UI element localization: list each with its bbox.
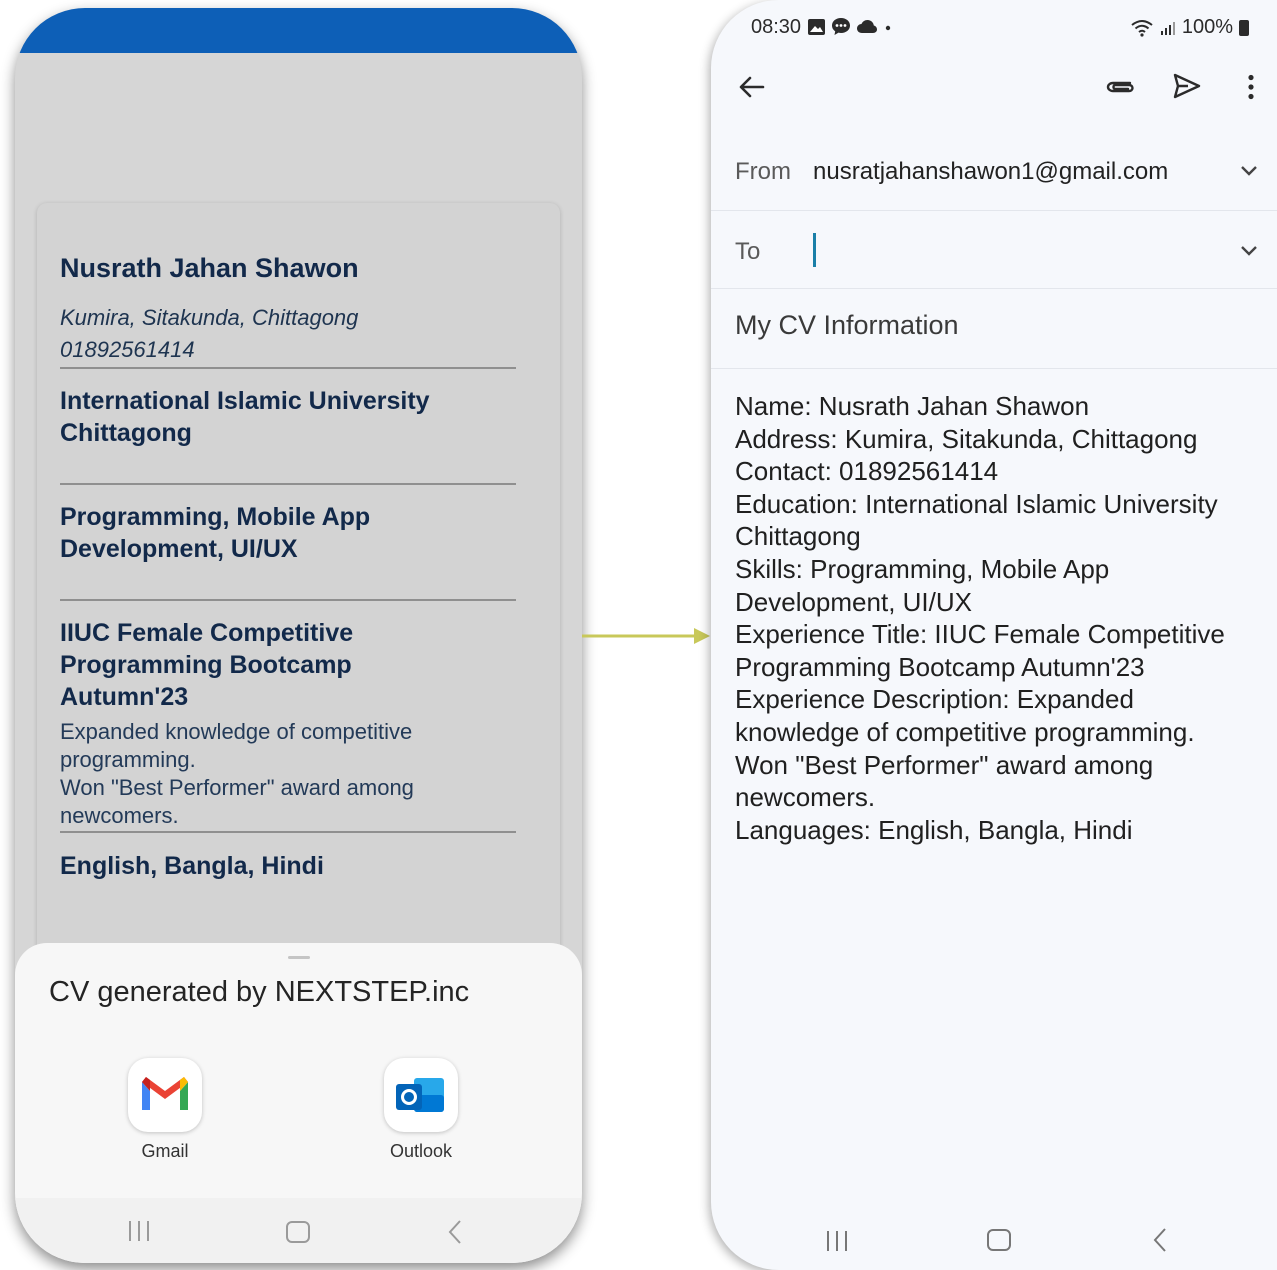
gmail-label[interactable]: Gmail <box>105 1141 225 1162</box>
back-icon[interactable] <box>1152 1227 1168 1253</box>
from-label: From <box>735 158 791 185</box>
cv-divider <box>60 831 516 833</box>
outlook-label[interactable]: Outlook <box>361 1141 481 1162</box>
cv-experience-description: Expanded knowledge of competitive progra… <box>60 719 414 828</box>
cv-contact: 01892561414 <box>60 337 195 362</box>
dot-icon <box>885 25 891 30</box>
cv-experience-title: IIUC Female Competitive Programming Boot… <box>60 619 354 711</box>
more-icon[interactable] <box>1247 74 1255 105</box>
cv-divider <box>60 367 516 369</box>
share-sheet-title: CV generated by NEXTSTEP.inc <box>49 976 470 1008</box>
chevron-down-icon[interactable] <box>1240 164 1258 182</box>
home-icon[interactable] <box>987 1229 1011 1251</box>
subject-field[interactable]: My CV Information <box>735 310 959 341</box>
recents-icon[interactable] <box>127 1221 151 1241</box>
cv-preview-screen: Nusrath Jahan Shawon Kumira, Sitakunda, … <box>15 8 582 1263</box>
recents-icon[interactable] <box>825 1231 849 1251</box>
battery-icon <box>1239 19 1249 36</box>
back-icon[interactable] <box>447 1219 463 1245</box>
home-icon[interactable] <box>286 1221 310 1243</box>
divider <box>711 288 1277 289</box>
gmail-icon[interactable] <box>128 1058 202 1132</box>
cloud-icon <box>857 20 877 33</box>
divider <box>711 210 1277 211</box>
email-body[interactable]: Name: Nusrath Jahan Shawon Address: Kumi… <box>735 390 1260 846</box>
wifi-icon <box>1131 19 1153 37</box>
cv-divider <box>60 599 516 601</box>
signal-icon <box>1160 21 1175 35</box>
to-label: To <box>735 238 761 265</box>
back-arrow-icon[interactable] <box>738 73 766 106</box>
cv-name: Nusrath Jahan Shawon <box>60 253 359 283</box>
cv-skills: Programming, Mobile App Development, UI/… <box>60 503 371 563</box>
android-nav-bar <box>15 1198 582 1263</box>
status-system-icons: 100% <box>1130 16 1249 39</box>
divider <box>711 368 1277 369</box>
from-field[interactable]: nusratjahanshawon1@gmail.com <box>813 158 1168 186</box>
status-time: 08:30 <box>751 16 802 38</box>
sheet-drag-handle[interactable] <box>288 956 310 959</box>
chat-icon <box>832 18 850 35</box>
cv-divider <box>60 483 516 485</box>
text-cursor <box>813 233 816 267</box>
cv-address: Kumira, Sitakunda, Chittagong <box>60 305 359 330</box>
cv-education: International Islamic University Chittag… <box>60 387 430 447</box>
status-notification-icons <box>807 17 893 36</box>
cv-languages: English, Bangla, Hindi <box>60 852 324 880</box>
battery-percentage: 100% <box>1181 16 1233 38</box>
chevron-down-icon[interactable] <box>1240 244 1258 262</box>
outlook-icon[interactable] <box>384 1058 458 1132</box>
attach-icon[interactable] <box>1104 76 1136 103</box>
email-compose-screen: 08:30 100% From nusratjahanshawon1@gmail… <box>711 0 1277 1270</box>
send-icon[interactable] <box>1172 72 1202 105</box>
app-header-bar <box>15 8 582 53</box>
flow-arrow <box>582 625 712 652</box>
gallery-icon <box>808 18 825 35</box>
